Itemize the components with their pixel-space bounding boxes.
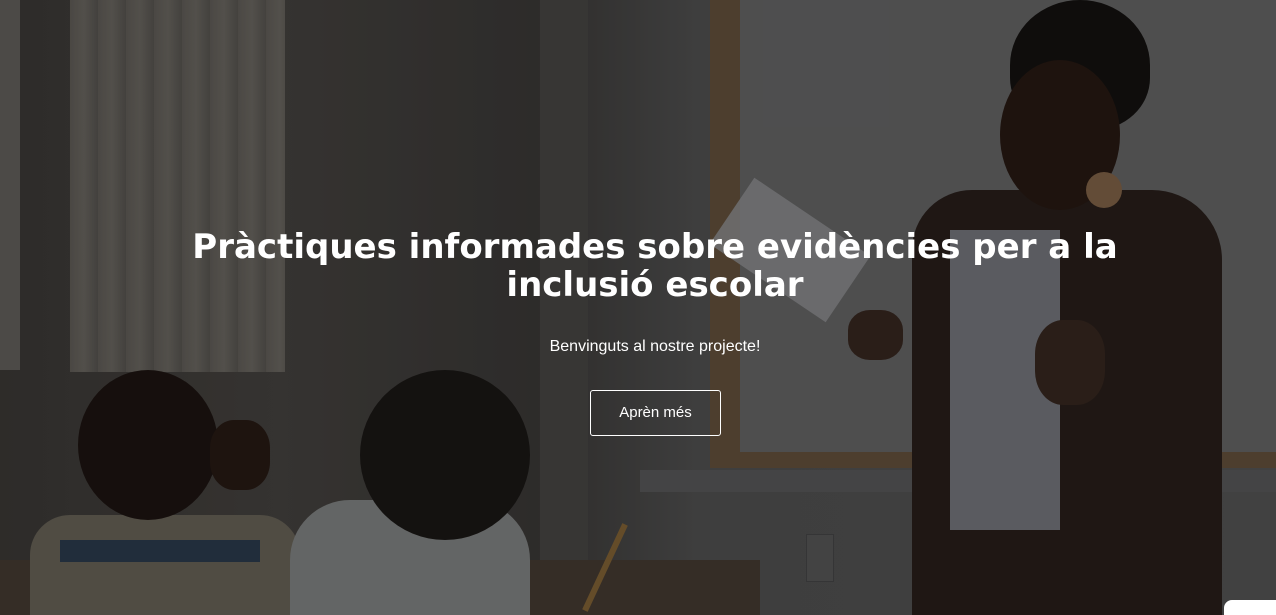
hero-subtitle: Benvinguts al nostre projecte! bbox=[549, 338, 761, 355]
hero-content: Pràctiques informades sobre evidències p… bbox=[0, 0, 1276, 615]
corner-widget[interactable] bbox=[1224, 600, 1276, 615]
hero-section: Pràctiques informades sobre evidències p… bbox=[0, 0, 1276, 615]
learn-more-button[interactable]: Aprèn més bbox=[590, 390, 721, 436]
hero-title: Pràctiques informades sobre evidències p… bbox=[192, 227, 1118, 305]
